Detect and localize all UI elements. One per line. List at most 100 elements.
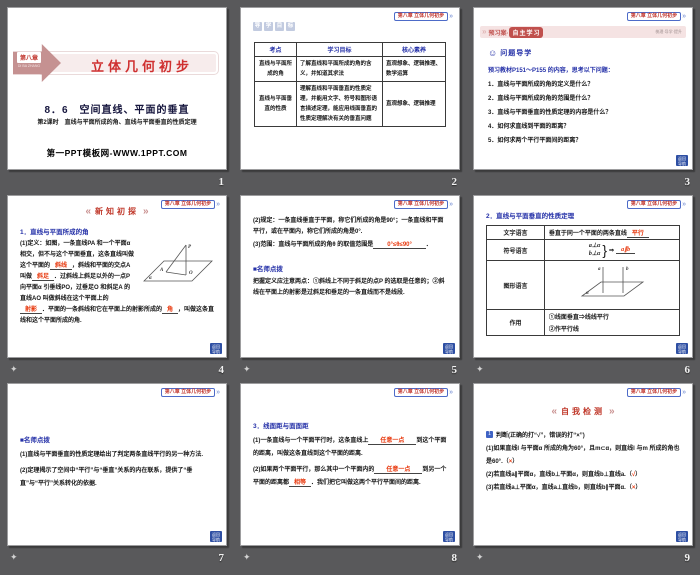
slide-thumbnail-2[interactable]: 第八章 立体几何初步 » 导 学 目 标 考点 学习目标 核心素养 直线与平面所… <box>240 7 460 170</box>
premise-stack: a⊥α b⊥α <box>589 242 601 258</box>
body-text: (2)若直线a∥平面α，直线b⊥平面α，则直线b⊥直线a.（ <box>486 472 632 478</box>
transition-icon[interactable]: ✦ <box>476 365 488 374</box>
slide-footer-8: ✦ 8 <box>240 546 460 569</box>
transition-icon[interactable]: ✦ <box>476 553 488 562</box>
figure-label-alpha: α <box>149 276 152 281</box>
table-cell: a⊥α b⊥α } ⇒ a∥b <box>543 239 681 261</box>
stamp-icon: 目 <box>275 22 284 31</box>
slide-footer-9: ✦ 9 <box>473 546 693 569</box>
slide-cell-2: 第八章 立体几何初步 » 导 学 目 标 考点 学习目标 核心素养 直线与平面所… <box>240 7 460 195</box>
back-nav-button[interactable]: 返回 导航 <box>443 531 455 542</box>
table-cell: 垂直于同一个平面的两条直线 平行 <box>543 225 681 240</box>
back-nav-label: 导航 <box>445 348 453 354</box>
back-nav-button[interactable]: 返回 导航 <box>676 531 688 542</box>
slide-thumbnail-1[interactable]: 第八章 DI BA ZHANG 立体几何初步 8．6 空间直线、平面的垂直 第2… <box>7 7 227 170</box>
row-label: 图形语言 <box>486 260 545 310</box>
back-nav-button[interactable]: 返回 导航 <box>443 343 455 354</box>
answer-blank: 斜足 <box>32 274 55 281</box>
chevron-right-icon: » <box>216 201 220 208</box>
answer-blank: a∥b <box>616 246 636 254</box>
table-row: 符号语言 a⊥α b⊥α } ⇒ a∥b <box>486 239 681 261</box>
slide-footer-6: ✦ 6 <box>473 358 693 381</box>
chapter-chip: 第八章 立体几何初步 » <box>160 200 220 209</box>
chapter-chip-label: 第八章 立体几何初步 <box>626 388 682 397</box>
back-nav-button[interactable]: 返回 导航 <box>676 343 688 354</box>
table-row: 图形语言 a b α <box>486 260 681 310</box>
answer-blank: 斜线 <box>50 263 73 270</box>
slide-footer-4: ✦ 4 <box>7 358 227 381</box>
smiley-icon: ☺ <box>488 47 498 58</box>
back-nav-button[interactable]: 返回 导航 <box>210 343 222 354</box>
body-text: ） <box>512 459 519 465</box>
slide-number: 8 <box>451 551 458 564</box>
parallel-lines-figure: a b α <box>580 267 645 297</box>
body-text: (2)如果两个平面平行，那么其中一个平面内的 <box>253 467 375 473</box>
chevron-right-icon: » <box>449 13 453 20</box>
slide-content: ■名师点拨 (1)直线与平面垂直的性质定理给出了判定两条直线平行的另一种方法. … <box>20 434 216 491</box>
back-nav-label: 导航 <box>678 536 686 542</box>
topic-heading: 3．线面距与面面距 <box>253 423 309 430</box>
slide-footer-2: 2 <box>240 170 460 193</box>
transition-icon[interactable]: ✦ <box>10 553 22 562</box>
banner-label: 预习案· <box>488 30 509 37</box>
back-nav-label: 导航 <box>678 160 686 166</box>
table-row: 文字语言 垂直于同一个平面的两条直线 平行 <box>486 225 681 240</box>
table-cell: 了解直线和平面所成的角的含义，并知道其求法 <box>296 56 383 82</box>
figure-label-O: O <box>189 271 193 276</box>
body-text: ． <box>425 242 432 248</box>
brace-icon: } <box>602 242 608 258</box>
question-guide-title: 问题导学 <box>500 50 533 57</box>
slide-thumbnail-4[interactable]: 第八章 立体几何初步 » « 新知初探 » 1．直线与平面所成的角 P A O … <box>7 195 227 358</box>
symbol-expression: a⊥α b⊥α } ⇒ a∥b <box>549 242 675 258</box>
back-nav-label: 导航 <box>445 536 453 542</box>
slide-content: ☺ 问题导学 预习教材P151～P155 的内容，思考以下问题： 1．直线与平面… <box>488 48 680 148</box>
slide-sorter-grid: 第八章 DI BA ZHANG 立体几何初步 8．6 空间直线、平面的垂直 第2… <box>0 0 700 571</box>
question-number-icon: 1 <box>486 431 493 438</box>
question-item: 4．如何求直线到平面的距离？ <box>488 124 570 130</box>
transition-icon[interactable]: ✦ <box>243 553 255 562</box>
slide-thumbnail-5[interactable]: 第八章 立体几何初步 » (2)规定：一条直线垂直于平面，称它们所成的角是90°… <box>240 195 460 358</box>
transition-icon[interactable]: ✦ <box>243 365 255 374</box>
body-text: (3)范围：直线与平面所成的角θ 的取值范围是 <box>253 242 374 248</box>
slide-thumbnail-7[interactable]: 第八章 立体几何初步 » ■名师点拨 (1)直线与平面垂直的性质定理给出了判定两… <box>7 383 227 546</box>
back-nav-button[interactable]: 返回 导航 <box>210 531 222 542</box>
judge-item: (2)若直线a∥平面α，直线b⊥平面α，则直线b⊥直线a.（√） <box>486 469 682 482</box>
judge-item: (1)如果直线l 与平面α 所成的角为60°，且m⊂α，则直线l 与m 所成的角… <box>486 443 682 469</box>
slide-number: 9 <box>684 551 691 564</box>
row-label: 文字语言 <box>486 225 545 240</box>
back-nav-label: 导航 <box>678 348 686 354</box>
transition-icon[interactable]: ✦ <box>10 365 22 374</box>
premise-line: a⊥α <box>588 243 601 249</box>
stamp-icon: 学 <box>264 22 273 31</box>
body-text: (3)若直线a⊥平面α，直线a⊥直线b，则直线b∥平面α.（ <box>486 485 632 491</box>
section-banner: » 预习案· 自主学习 梳理·导学·提升 <box>480 26 686 38</box>
back-nav-button[interactable]: 返回 导航 <box>676 155 688 166</box>
badge-right-ornament-icon: » <box>609 405 615 417</box>
slide-cell-6: 第八章 立体几何初步 » 2．直线与平面垂直的性质定理 文字语言 垂直于同一个平… <box>473 195 693 383</box>
figure-label-a: a <box>598 267 601 272</box>
slide-cell-7: 第八章 立体几何初步 » ■名师点拨 (1)直线与平面垂直的性质定理给出了判定两… <box>7 383 227 571</box>
range-paragraph: (3)范围：直线与平面所成的角θ 的取值范围是 0°≤θ≤90° ． <box>253 240 449 251</box>
slide-thumbnail-9[interactable]: 第八章 立体几何初步 » « 自我检测 » 1 判断(正确的打“√”，错误的打“… <box>473 383 693 546</box>
slide-cell-9: 第八章 立体几何初步 » « 自我检测 » 1 判断(正确的打“√”，错误的打“… <box>473 383 693 571</box>
tip-paragraph: (1)直线与平面垂直的性质定理给出了判定两条直线平行的另一种方法. <box>20 452 204 458</box>
slide-cell-5: 第八章 立体几何初步 » (2)规定：一条直线垂直于平面，称它们所成的角是90°… <box>240 195 460 383</box>
slide-footer-1: 1 <box>7 170 227 193</box>
topic-heading: 1．直线与平面所成的角 <box>20 229 89 236</box>
slide-thumbnail-8[interactable]: 第八章 立体几何初步 » 3．线面距与面面距 (1)一条直线与一个平面平行时，这… <box>240 383 460 546</box>
chapter-chip-label: 第八章 立体几何初步 <box>626 12 682 21</box>
chapter-chip: 第八章 立体几何初步 » <box>626 200 686 209</box>
theorem-table: 文字语言 垂直于同一个平面的两条直线 平行 符号语言 a⊥α b⊥α} ⇒ a… <box>486 225 681 336</box>
premise-line: b⊥α <box>588 251 601 257</box>
slide-thumbnail-6[interactable]: 第八章 立体几何初步 » 2．直线与平面垂直的性质定理 文字语言 垂直于同一个平… <box>473 195 693 358</box>
body-text: ．我们把它叫做这两个平行平面间的距离. <box>311 480 421 486</box>
figure-label-A: A <box>159 268 164 273</box>
badge-title: 新知初探 <box>95 207 139 216</box>
slide-cell-3: 第八章 立体几何初步 » » 预习案· 自主学习 梳理·导学·提升 ☺ 问题导学… <box>473 7 693 195</box>
definition-paragraph: P A O α (1)定义：如图，一条直线PA 和一个平面α 相交，但不与这个平… <box>20 239 216 327</box>
slide-thumbnail-3[interactable]: 第八章 立体几何初步 » » 预习案· 自主学习 梳理·导学·提升 ☺ 问题导学… <box>473 7 693 170</box>
slide-content: 1 判断(正确的打“√”，错误的打“×”) (1)如果直线l 与平面α 所成的角… <box>486 430 682 495</box>
chapter-label-text: 第八章 <box>17 52 41 63</box>
question-item: 1．直线与平面所成的角的定义是什么？ <box>488 82 594 88</box>
table-header-row: 考点 学习目标 核心素养 <box>253 42 447 57</box>
